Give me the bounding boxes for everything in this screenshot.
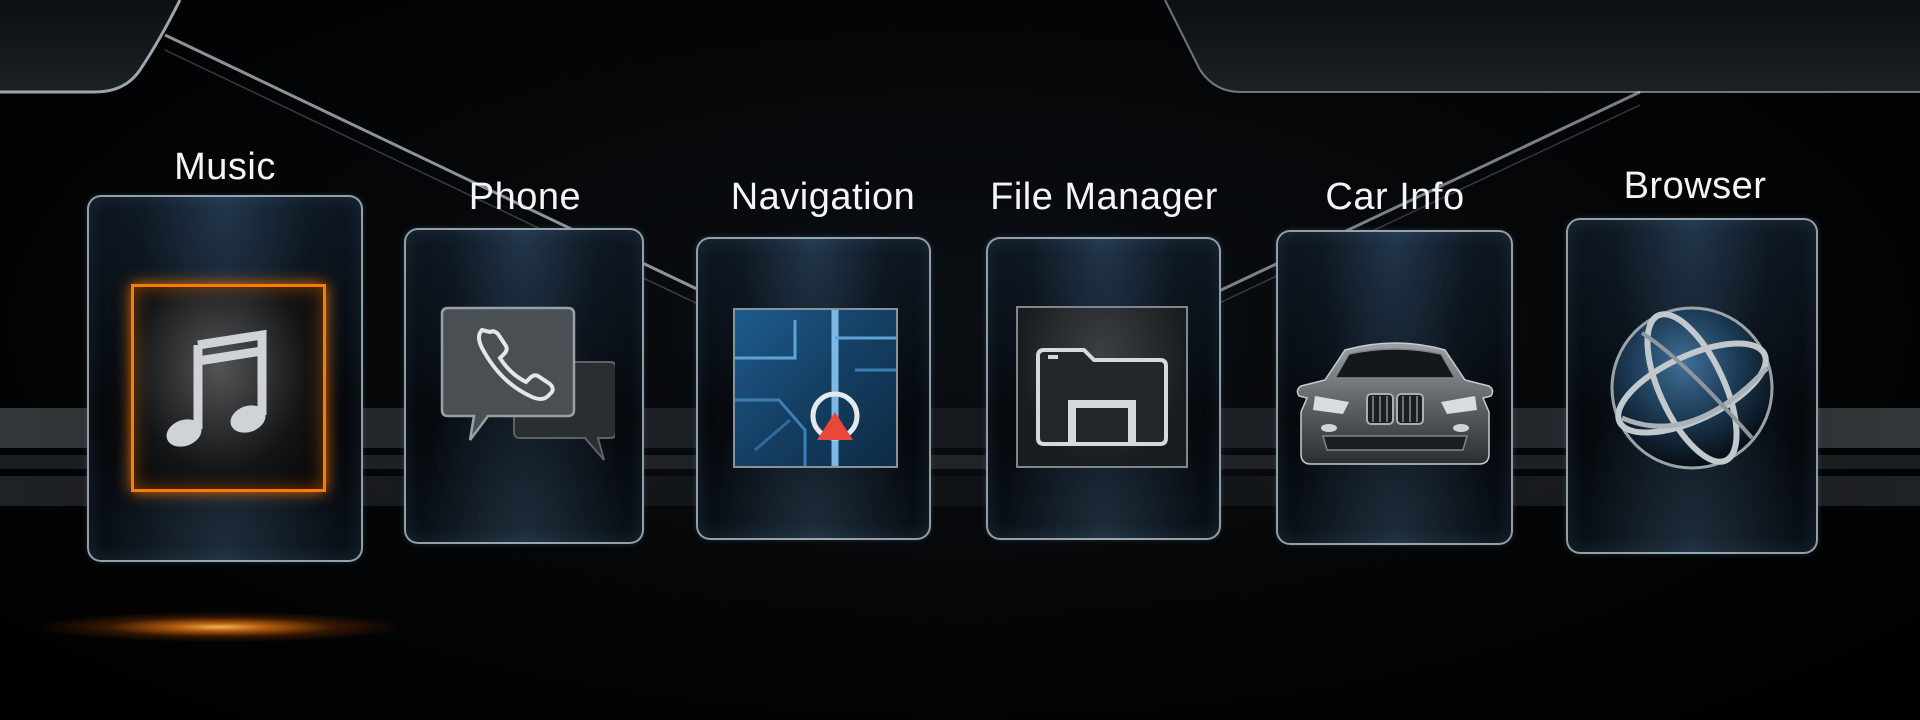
- car-icon: [1293, 332, 1497, 470]
- menu-item-music-label: Music: [174, 146, 276, 188]
- folder-icon: [1016, 306, 1188, 468]
- music-note-icon: [166, 329, 267, 447]
- menu-item-car-info-label: Car Info: [1325, 176, 1465, 218]
- phone-chat-icon: [440, 300, 617, 470]
- menu-item-browser-label: Browser: [1623, 165, 1767, 207]
- menu-item-navigation-label: Navigation: [730, 176, 916, 218]
- menu-item-phone-label: Phone: [468, 176, 582, 218]
- home-menu-screen: Music Phone Navigation File Manager Car …: [0, 0, 1920, 720]
- focus-glow-indicator: [40, 612, 400, 642]
- menu-item-file-manager-label: File Manager: [990, 176, 1218, 218]
- map-navigation-icon: [733, 308, 898, 468]
- selection-highlight: [131, 284, 326, 492]
- globe-icon: [1602, 298, 1782, 478]
